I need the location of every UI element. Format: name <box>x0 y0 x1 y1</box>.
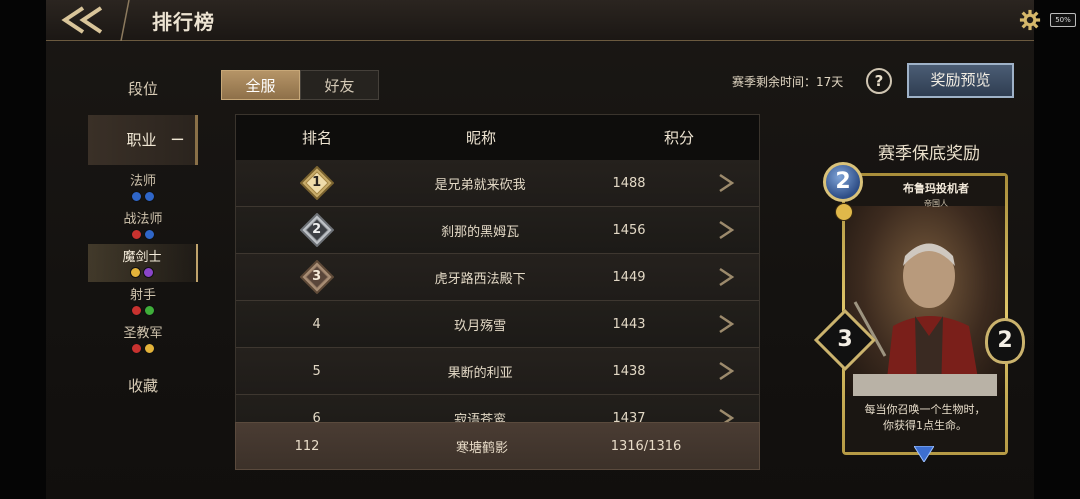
title-separator <box>120 0 130 41</box>
table-row[interactable]: 5 果断的利亚 1438 <box>236 348 759 395</box>
attribute-dot-icon <box>131 305 142 316</box>
class-label: 射手 <box>129 288 156 303</box>
card-name: 布鲁玛投机者 <box>903 182 969 195</box>
card-cost-gem: 2 <box>823 162 863 202</box>
header-name: 昵称 <box>465 129 496 147</box>
header-score: 积分 <box>663 129 694 147</box>
table-row[interactable]: 2 刹那的黑姆瓦 1456 <box>236 207 759 254</box>
sidebar-item-shoucang[interactable]: 收藏 <box>88 375 198 396</box>
rank-number: 3 <box>312 269 322 284</box>
player-name: 果断的利亚 <box>447 365 513 381</box>
attribute-dot-icon <box>131 229 142 240</box>
player-score: 1456 <box>612 222 646 238</box>
rank-number: 5 <box>312 363 321 379</box>
rarity-gem-icon <box>914 446 934 462</box>
strength-attribute-icon <box>835 203 853 221</box>
table-header: 排名 昵称 积分 <box>236 115 759 160</box>
card-portrait-illustration <box>853 243 997 396</box>
player-name: 虎牙路西法殿下 <box>434 271 526 287</box>
card-description-line: 每当你召唤一个生物时， <box>864 403 986 416</box>
player-score: 1438 <box>612 363 646 379</box>
attribute-dot-icon <box>144 191 155 202</box>
player-name: 是兄弟就来砍我 <box>434 177 526 193</box>
self-rank: 112 <box>294 438 320 454</box>
sidebar-item-zhiye[interactable]: 职业 − <box>88 115 198 165</box>
screen: 排行榜 50% 段位 职业 − 法师 战法师 魔剑士 射手 圣教军 收藏 全服 … <box>0 0 1080 499</box>
card-attack: 3 <box>837 327 853 352</box>
back-button[interactable] <box>58 4 108 36</box>
chevron-right-icon[interactable] <box>718 173 736 193</box>
reward-card[interactable]: 布鲁玛投机者 帝国人 每当你召唤一个生物时， 你获得1点生命。 <box>842 173 1008 455</box>
class-label: 魔剑士 <box>122 250 162 265</box>
header-rank: 排名 <box>301 129 332 147</box>
left-screen-edge <box>0 0 46 499</box>
attribute-dot-icon <box>130 267 141 278</box>
settings-gear-icon[interactable] <box>1019 9 1041 31</box>
class-item-zhanfashi[interactable]: 战法师 <box>88 206 198 244</box>
card-art <box>845 206 1005 396</box>
chevron-right-icon[interactable] <box>718 220 736 240</box>
card-description-line: 你获得1点生命。 <box>883 419 967 432</box>
card-description: 每当你召唤一个生物时， 你获得1点生命。 <box>851 402 999 434</box>
tab-quanfu[interactable]: 全服 <box>221 70 300 100</box>
chevron-right-icon[interactable] <box>718 314 736 334</box>
attribute-dot-icon <box>144 229 155 240</box>
table-row[interactable]: 4 玖月殇雪 1443 <box>236 301 759 348</box>
reward-preview-button[interactable]: 奖励预览 <box>907 63 1014 98</box>
player-score: 1443 <box>612 316 646 332</box>
scope-tabs: 全服 好友 <box>221 70 379 100</box>
chevron-right-icon[interactable] <box>718 267 736 287</box>
page-title: 排行榜 <box>152 10 215 34</box>
sidebar: 段位 职业 − 法师 战法师 魔剑士 射手 圣教军 收藏 <box>88 60 198 499</box>
tab-haoyou[interactable]: 好友 <box>300 70 379 100</box>
attribute-dot-icon <box>144 305 155 316</box>
battery-indicator: 50% <box>1050 13 1076 27</box>
class-label: 战法师 <box>123 212 163 227</box>
collapse-icon: − <box>169 129 185 150</box>
rank-number: 4 <box>312 316 321 332</box>
back-chevron-icon <box>61 6 103 34</box>
rank-number: 1 <box>312 175 322 190</box>
player-name: 刹那的黑姆瓦 <box>441 224 520 240</box>
class-item-sheshou[interactable]: 射手 <box>88 282 198 320</box>
rank-badge-silver: 2 <box>299 212 335 248</box>
card-face: 布鲁玛投机者 帝国人 每当你召唤一个生物时， 你获得1点生命。 <box>845 176 1005 452</box>
table-row[interactable]: 3 虎牙路西法殿下 1449 <box>236 254 759 301</box>
player-score: 1488 <box>612 175 646 191</box>
right-screen-edge <box>1034 0 1080 499</box>
help-button[interactable]: ? <box>866 68 892 94</box>
self-name: 寒塘鹤影 <box>455 440 508 456</box>
attribute-dot-icon <box>131 191 142 202</box>
self-score: 1316/1316 <box>610 438 682 454</box>
player-score: 1449 <box>612 269 646 285</box>
rank-badge-gold: 1 <box>299 165 335 201</box>
card-health: 2 <box>985 318 1025 364</box>
table-row[interactable]: 1 是兄弟就来砍我 1488 <box>236 160 759 207</box>
class-item-shengjiaojun[interactable]: 圣教军 <box>88 320 198 358</box>
sidebar-item-zhiye-label: 职业 <box>126 131 157 149</box>
player-name: 玖月殇雪 <box>454 318 507 334</box>
rank-number: 2 <box>312 222 322 237</box>
attribute-dot-icon <box>144 343 155 354</box>
season-time-left: 赛季剩余时间：17天 <box>732 75 844 89</box>
season-reward-title: 赛季保底奖励 <box>878 144 980 164</box>
class-item-mojianshi[interactable]: 魔剑士 <box>88 244 198 282</box>
class-list: 法师 战法师 魔剑士 射手 圣教军 <box>88 168 198 358</box>
card-race: 帝国人 <box>924 199 948 208</box>
attribute-dot-icon <box>143 267 154 278</box>
class-label: 圣教军 <box>123 326 163 341</box>
ranking-table: 排名 昵称 积分 1 是兄弟就来砍我 1488 2 刹那的黑姆瓦 1456 3 … <box>235 114 760 470</box>
sidebar-item-duanwei[interactable]: 段位 <box>88 78 198 99</box>
self-rank-row: 112 寒塘鹤影 1316/1316 <box>235 422 760 470</box>
chevron-right-icon[interactable] <box>718 361 736 381</box>
class-label: 法师 <box>129 174 156 189</box>
attribute-dot-icon <box>131 343 142 354</box>
class-item-fashi[interactable]: 法师 <box>88 168 198 206</box>
rank-badge-bronze: 3 <box>299 259 335 295</box>
